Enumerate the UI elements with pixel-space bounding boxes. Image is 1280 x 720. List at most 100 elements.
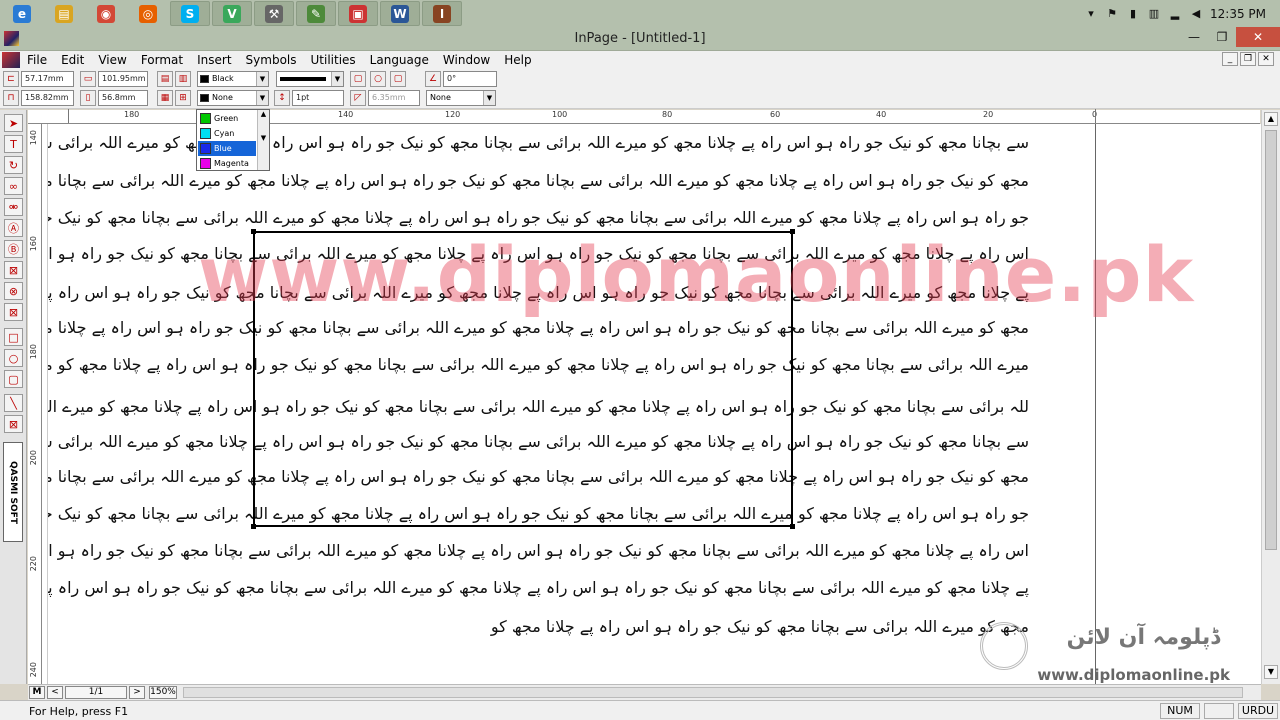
- line-weight-icon[interactable]: ↕: [274, 90, 290, 106]
- horizontal-scrollbar[interactable]: [183, 687, 1243, 698]
- select-arrow-icon[interactable]: ➤: [4, 114, 23, 132]
- text-line[interactable]: للہ برائی سے بچانا مجھ کو نیک جو راہ ہو …: [48, 392, 1029, 422]
- rounded-rect-tool-icon[interactable]: ▢: [4, 370, 23, 388]
- text-line[interactable]: مجھ کو میرے اللہ برائی سے بچانا مجھ کو ن…: [48, 612, 1029, 642]
- clock[interactable]: 12:35 PM: [1210, 7, 1266, 21]
- color-dropdown-list[interactable]: Green Cyan Blue Magenta ▲ ▼: [196, 109, 270, 171]
- color-option-green[interactable]: Green: [198, 111, 256, 126]
- line-style-select[interactable]: ▼: [276, 71, 344, 87]
- corner-radius-field[interactable]: 6.35mm: [368, 90, 420, 106]
- menu-insert[interactable]: Insert: [190, 51, 238, 69]
- y-position-field[interactable]: 158.82mm: [21, 90, 74, 106]
- taskbar-pdf-button[interactable]: ▣: [338, 1, 378, 26]
- text-line[interactable]: جو راہ ہو اس راہ پے چلانا مجھ کو میرے ال…: [48, 203, 1029, 233]
- text-line[interactable]: مجھ کو میرے اللہ برائی سے بچانا مجھ کو ن…: [48, 313, 1029, 343]
- menu-format[interactable]: Format: [134, 51, 190, 69]
- height-icon[interactable]: ▯: [80, 90, 96, 106]
- doc-minimize-button[interactable]: _: [1222, 52, 1238, 66]
- zoom-field[interactable]: 150%: [149, 686, 177, 699]
- text-line[interactable]: جو راہ ہو اس راہ پے چلانا مجھ کو میرے ال…: [48, 499, 1029, 529]
- vertical-scrollbar[interactable]: ▲ ▼: [1261, 110, 1280, 684]
- distribute-icon[interactable]: ▦: [157, 90, 173, 106]
- scroll-down-button[interactable]: ▼: [1264, 665, 1278, 679]
- tray-expand-icon[interactable]: ▾: [1084, 7, 1098, 21]
- align-right-icon[interactable]: ▥: [175, 71, 191, 87]
- taskbar-tool-button[interactable]: ⚒: [254, 1, 294, 26]
- document-icon[interactable]: [2, 52, 20, 68]
- angle-field[interactable]: 0°: [443, 71, 497, 87]
- menu-symbols[interactable]: Symbols: [239, 51, 304, 69]
- page-number-field[interactable]: 1/1: [65, 686, 127, 699]
- menu-view[interactable]: View: [91, 51, 133, 69]
- text-box-round-icon[interactable]: Ⓑ: [4, 240, 23, 258]
- picture-box-icon[interactable]: ⊠: [4, 261, 23, 279]
- oval-shape-icon[interactable]: ○: [370, 71, 386, 87]
- angle-icon[interactable]: ∠: [425, 71, 441, 87]
- maximize-button[interactable]: ❐: [1208, 27, 1236, 47]
- text-line[interactable]: اس راہ پے چلانا مجھ کو میرے اللہ برائی س…: [48, 536, 1029, 566]
- text-tool-icon[interactable]: T: [4, 135, 23, 153]
- line-tool-icon[interactable]: ╲: [4, 394, 23, 412]
- cross-tool-icon[interactable]: ⊠: [4, 415, 23, 433]
- vertical-ruler[interactable]: 140 160 180 200 220 240: [28, 124, 42, 684]
- master-page-button[interactable]: M: [29, 686, 45, 699]
- text-line[interactable]: پے چلانا مجھ کو میرے اللہ برائی سے بچانا…: [48, 278, 1029, 308]
- color-option-magenta[interactable]: Magenta: [198, 156, 256, 171]
- unlink-tool-icon[interactable]: ⚮: [4, 198, 23, 216]
- width-icon[interactable]: ▭: [80, 71, 96, 87]
- y-position-icon[interactable]: ⊓: [3, 90, 19, 106]
- rotate-tool-icon[interactable]: ↻: [4, 156, 23, 174]
- taskbar-skype-button[interactable]: S: [170, 1, 210, 26]
- fill-color-select[interactable]: None ▼: [197, 90, 269, 106]
- align-left-icon[interactable]: ▤: [157, 71, 173, 87]
- doc-restore-button[interactable]: ❐: [1240, 52, 1256, 66]
- color-option-cyan[interactable]: Cyan: [198, 126, 256, 141]
- menu-utilities[interactable]: Utilities: [304, 51, 363, 69]
- prev-page-button[interactable]: <: [47, 686, 63, 699]
- rectangle-tool-icon[interactable]: □: [4, 328, 23, 346]
- document-page[interactable]: سے بچانا مجھ کو نیک جو راہ ہو اس راہ پے …: [42, 124, 1261, 684]
- next-page-button[interactable]: >: [129, 686, 145, 699]
- taskbar-word-button[interactable]: W: [380, 1, 420, 26]
- text-line[interactable]: پے چلانا مجھ کو میرے اللہ برائی سے بچانا…: [48, 573, 1029, 603]
- rectangle-shape-icon[interactable]: ▢: [350, 71, 366, 87]
- menu-help[interactable]: Help: [497, 51, 538, 69]
- menu-file[interactable]: File: [20, 51, 54, 69]
- group-icon[interactable]: ⊞: [175, 90, 191, 106]
- link-tool-icon[interactable]: ∞: [4, 177, 23, 195]
- scroll-up-button[interactable]: ▲: [1264, 112, 1278, 126]
- rounded-rect-icon[interactable]: ▢: [390, 71, 406, 87]
- taskbar-vine-button[interactable]: V: [212, 1, 252, 26]
- power-icon[interactable]: ▮: [1126, 7, 1140, 21]
- dropdown-scrollbar[interactable]: ▲ ▼: [257, 110, 269, 170]
- volume-icon[interactable]: ◀: [1189, 7, 1203, 21]
- text-line[interactable]: میرے اللہ برائی سے بچانا مجھ کو نیک جو ر…: [48, 350, 1029, 380]
- corner-style-icon[interactable]: ◸: [350, 90, 366, 106]
- minimize-button[interactable]: —: [1180, 27, 1208, 47]
- picture-round-icon[interactable]: ⊠: [4, 303, 23, 321]
- menu-edit[interactable]: Edit: [54, 51, 91, 69]
- taskbar-inpage-button[interactable]: ا: [422, 1, 462, 26]
- menu-language[interactable]: Language: [363, 51, 436, 69]
- text-line[interactable]: سے بچانا مجھ کو نیک جو راہ ہو اس راہ پے …: [48, 427, 1029, 457]
- flag-icon[interactable]: ⚑: [1105, 7, 1119, 21]
- taskbar-notepad-button[interactable]: ✎: [296, 1, 336, 26]
- height-field[interactable]: 56.8mm: [98, 90, 148, 106]
- text-box-icon[interactable]: Ⓐ: [4, 219, 23, 237]
- scroll-thumb[interactable]: [1265, 130, 1277, 550]
- line-weight-field[interactable]: 1pt: [292, 90, 344, 106]
- line-color-select[interactable]: Black ▼: [197, 71, 269, 87]
- oval-tool-icon[interactable]: ○: [4, 349, 23, 367]
- signal-icon[interactable]: ▂: [1168, 7, 1182, 21]
- width-field[interactable]: 101.95mm: [98, 71, 148, 87]
- text-line[interactable]: اس راہ پے چلانا مجھ کو میرے اللہ برائی س…: [48, 239, 1029, 269]
- shade-select[interactable]: None ▼: [426, 90, 496, 106]
- color-option-blue[interactable]: Blue: [198, 141, 256, 156]
- close-button[interactable]: ✕: [1236, 27, 1280, 47]
- taskbar-ie-button[interactable]: e: [2, 1, 42, 26]
- network-icon[interactable]: ▥: [1147, 7, 1161, 21]
- doc-close-button[interactable]: ✕: [1258, 52, 1274, 66]
- x-position-field[interactable]: 57.17mm: [21, 71, 74, 87]
- text-line[interactable]: مجھ کو نیک جو راہ ہو اس راہ پے چلانا مجھ…: [48, 462, 1029, 492]
- taskbar-firefox-button[interactable]: ◎: [128, 1, 168, 26]
